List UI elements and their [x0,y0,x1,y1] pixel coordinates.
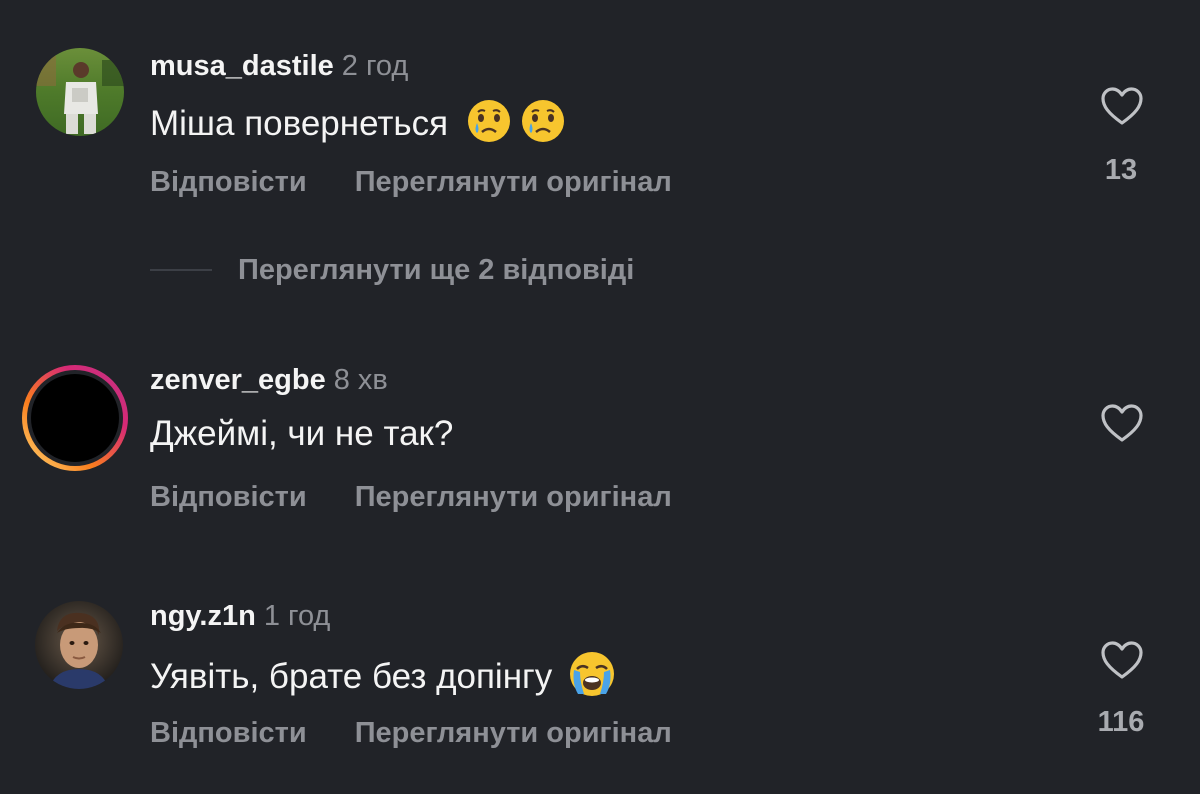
reply-button[interactable]: Відповісти [150,717,307,749]
avatar[interactable] [35,601,123,689]
comments-screen: musa_dastile 2 год Міша повернеться Відп… [0,0,1200,794]
comment-actions: Відповісти Переглянути оригінал [150,166,672,199]
like-count: 116 [1097,706,1145,738]
crying-face-icon [520,98,566,153]
view-original-button[interactable]: Переглянути оригінал [355,717,672,749]
comment-actions: Відповісти Переглянути оригінал [150,717,672,750]
comment-username-row: musa_dastile 2 год [150,50,408,83]
comment-text-row: Уявіть, брате без допінгу [150,650,616,707]
comment-actions: Відповісти Переглянути оригінал [150,481,672,514]
username[interactable]: ngy.z1n [150,600,256,632]
view-more-replies[interactable]: Переглянути ще 2 відповіді [150,252,634,288]
comment-text: Міша повернеться [150,103,449,143]
like-heart-icon[interactable] [1100,640,1144,680]
comment-username-row: ngy.z1n 1 год [150,600,330,633]
like-heart-icon[interactable] [1100,86,1144,126]
avatar[interactable] [36,48,124,136]
reply-button[interactable]: Відповісти [150,166,307,198]
loudly-crying-face-icon [568,650,616,707]
comment-text-row: Джеймі, чи не так? [150,414,453,454]
comment-text-row: Міша повернеться [150,98,566,153]
like-count: 13 [1104,154,1138,186]
username[interactable]: zenver_egbe [150,364,326,396]
avatar-story-ring[interactable] [20,363,130,473]
crying-face-icon [466,98,512,153]
comment-time: 2 год [341,50,409,82]
reply-button[interactable]: Відповісти [150,481,307,513]
view-original-button[interactable]: Переглянути оригінал [355,481,672,513]
comment-time: 1 год [263,600,331,632]
comment-time: 8 хв [333,364,388,396]
comment-text: Уявіть, брате без допінгу [150,656,553,696]
comment-text: Джеймі, чи не так? [150,414,454,453]
username[interactable]: musa_dastile [150,50,334,82]
like-heart-icon[interactable] [1100,403,1144,443]
view-original-button[interactable]: Переглянути оригінал [355,166,672,198]
view-more-replies-label[interactable]: Переглянути ще 2 відповіді [238,254,634,287]
replies-divider [150,269,212,271]
comment-username-row: zenver_egbe 8 хв [150,364,388,397]
